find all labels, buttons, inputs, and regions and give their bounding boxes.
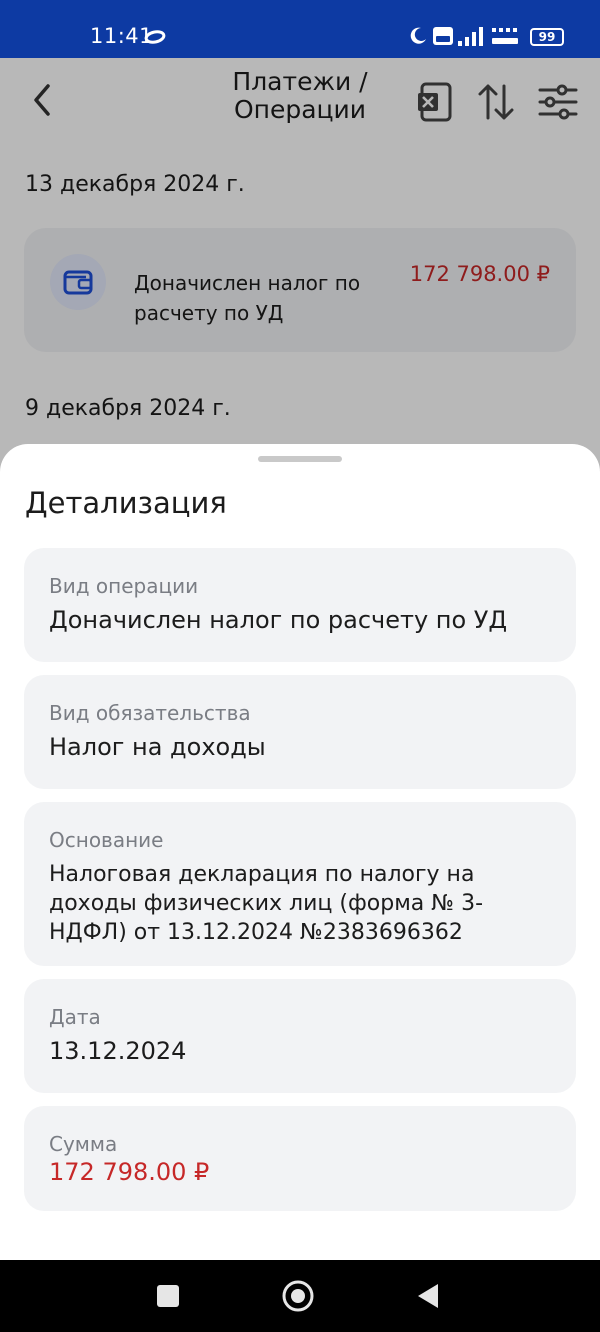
home-circle-icon bbox=[282, 1280, 314, 1312]
detail-date: Дата 13.12.2024 bbox=[24, 979, 576, 1093]
detail-obligation-type: Вид обязательства Налог на доходы bbox=[24, 675, 576, 789]
detail-amount: Сумма 172 798.00 ₽ bbox=[24, 1106, 576, 1211]
status-bar: 11:41 99 bbox=[0, 0, 600, 58]
volte-icon bbox=[433, 27, 453, 45]
triangle-back-icon bbox=[418, 1284, 438, 1308]
back-nav-button[interactable] bbox=[410, 1278, 446, 1314]
detail-label: Вид обязательства bbox=[49, 701, 251, 725]
drag-handle[interactable] bbox=[258, 456, 342, 462]
battery-icon: 99 bbox=[530, 28, 564, 46]
details-bottom-sheet: Детализация Вид операции Доначислен нало… bbox=[0, 444, 600, 1260]
detail-basis: Основание Налоговая декларация по налогу… bbox=[24, 802, 576, 966]
wifi-icon bbox=[492, 28, 518, 44]
signal-icon-1 bbox=[458, 27, 483, 46]
detail-value: 13.12.2024 bbox=[49, 1037, 187, 1065]
loop-icon bbox=[144, 30, 166, 44]
detail-value: 172 798.00 ₽ bbox=[49, 1158, 210, 1186]
detail-label: Сумма bbox=[49, 1132, 118, 1156]
square-icon bbox=[157, 1285, 179, 1307]
detail-operation-type: Вид операции Доначислен налог по расчету… bbox=[24, 548, 576, 662]
battery-level: 99 bbox=[538, 30, 556, 44]
detail-value: Налог на доходы bbox=[49, 733, 266, 761]
detail-value: Налоговая декларация по налогу на доходы… bbox=[49, 862, 484, 945]
sheet-title: Детализация bbox=[25, 486, 227, 520]
detail-label: Основание bbox=[49, 828, 164, 852]
recents-button[interactable] bbox=[150, 1278, 186, 1314]
home-button[interactable] bbox=[280, 1278, 316, 1314]
detail-value: Доначислен налог по расчету по УД bbox=[49, 606, 508, 634]
system-nav-bar bbox=[0, 1260, 600, 1332]
detail-label: Вид операции bbox=[49, 574, 199, 598]
detail-label: Дата bbox=[49, 1005, 101, 1029]
moon-icon bbox=[410, 27, 426, 44]
